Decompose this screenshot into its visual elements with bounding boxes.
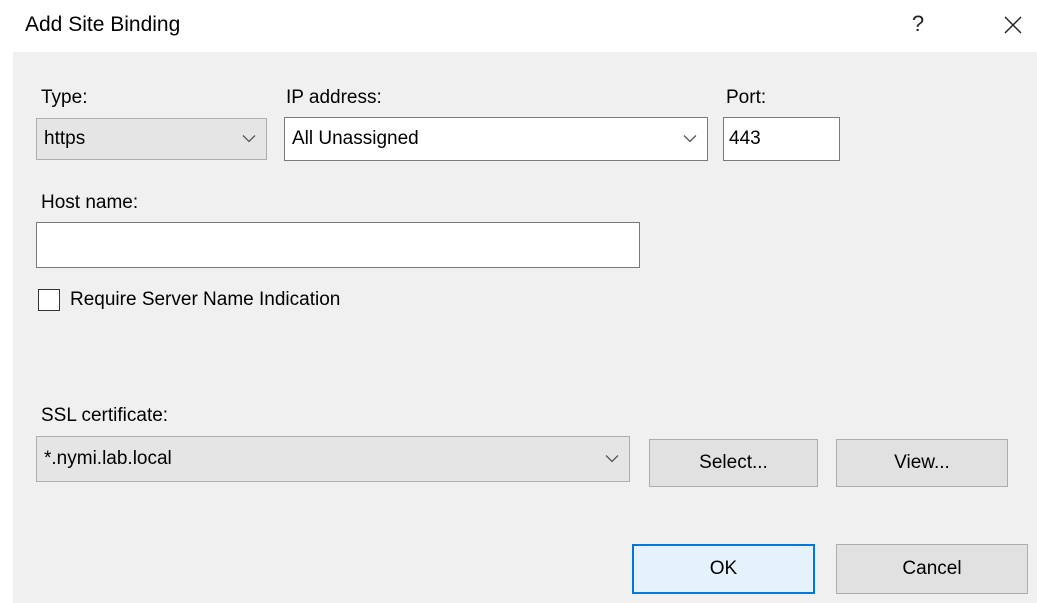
require-sni-label[interactable]: Require Server Name Indication xyxy=(70,289,340,311)
ip-address-label: IP address: xyxy=(286,87,382,108)
port-value: 443 xyxy=(729,128,761,149)
ssl-certificate-dropdown[interactable]: *.nymi.lab.local xyxy=(36,436,630,482)
dialog-title: Add Site Binding xyxy=(25,13,181,36)
host-name-input[interactable] xyxy=(36,222,640,268)
select-certificate-button[interactable]: Select... xyxy=(649,439,818,487)
port-label: Port: xyxy=(726,87,767,108)
port-input[interactable]: 443 xyxy=(723,117,840,161)
cancel-button-label: Cancel xyxy=(902,558,962,579)
title-bar: Add Site Binding ? xyxy=(0,0,1037,52)
chevron-down-icon xyxy=(605,455,619,463)
ok-button-label: OK xyxy=(709,558,738,579)
ip-address-dropdown[interactable]: All Unassigned xyxy=(284,117,708,161)
host-name-label: Host name: xyxy=(41,192,139,213)
ip-address-value: All Unassigned xyxy=(292,128,419,149)
dialog-body: Type: https IP address: All Unassigned P… xyxy=(13,52,1037,603)
select-button-label: Select... xyxy=(699,452,768,473)
type-value: https xyxy=(44,128,86,149)
help-button[interactable]: ? xyxy=(898,6,938,42)
chevron-down-icon xyxy=(683,135,697,143)
close-icon xyxy=(1004,16,1022,34)
view-certificate-button[interactable]: View... xyxy=(836,439,1008,487)
type-dropdown[interactable]: https xyxy=(36,118,267,160)
ssl-certificate-value: *.nymi.lab.local xyxy=(44,448,172,469)
ssl-certificate-label: SSL certificate: xyxy=(41,405,169,426)
close-button[interactable] xyxy=(992,6,1032,42)
require-sni-checkbox[interactable] xyxy=(38,289,60,311)
type-label: Type: xyxy=(41,87,88,108)
view-button-label: View... xyxy=(894,452,950,473)
chevron-down-icon xyxy=(242,135,256,143)
ok-button[interactable]: OK xyxy=(632,544,815,594)
cancel-button[interactable]: Cancel xyxy=(836,544,1028,594)
